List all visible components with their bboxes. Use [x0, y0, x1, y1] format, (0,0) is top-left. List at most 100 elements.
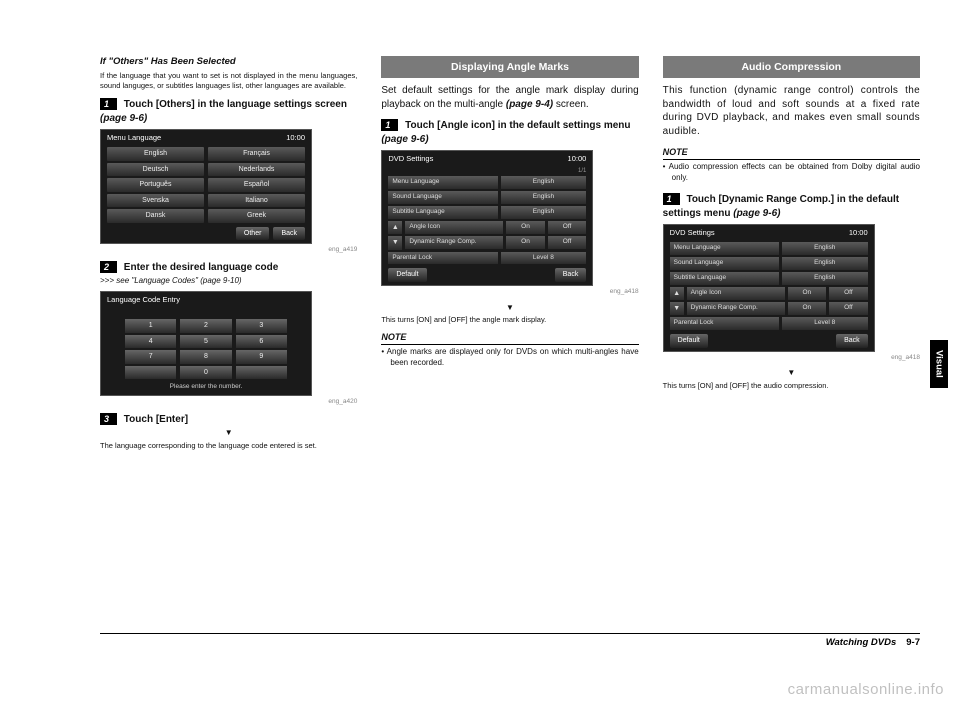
step-3: 3 Touch [Enter]	[100, 413, 357, 427]
key: 8	[180, 350, 231, 363]
prompt: Please enter the number.	[101, 380, 311, 395]
lang-option: Português	[107, 178, 204, 191]
lang-option: Svenska	[107, 194, 204, 207]
section-heading: Audio Compression	[663, 56, 920, 78]
page-ref: (page 9-4)	[506, 99, 553, 110]
page-ref: (page 9-6)	[381, 134, 428, 145]
section-tab: Visual	[930, 340, 948, 388]
section-heading: Displaying Angle Marks	[381, 56, 638, 78]
setting-label: Dynamic Range Comp.	[687, 302, 785, 315]
screenshot-time: 10:00	[849, 228, 868, 238]
setting-label: Menu Language	[388, 176, 497, 189]
note-text: • Angle marks are displayed only for DVD…	[381, 347, 638, 368]
off-value: Off	[829, 302, 868, 315]
step-number: 1	[100, 98, 117, 110]
key: 0	[180, 366, 231, 379]
screenshot-caption: eng_a420	[100, 398, 357, 407]
step-1: 1 Touch [Dynamic Range Comp.] in the def…	[663, 193, 920, 220]
step-number: 1	[663, 193, 680, 205]
column-2: Displaying Angle Marks Set default setti…	[381, 56, 638, 451]
screenshot-menu-language: Menu Language 10:00 English Français Deut…	[100, 129, 312, 244]
back-button: Back	[273, 227, 305, 240]
result-text: This turns [ON] and [OFF] the angle mark…	[381, 315, 638, 325]
setting-value: English	[501, 206, 587, 219]
setting-value: English	[782, 257, 868, 270]
lang-option: Deutsch	[107, 163, 204, 176]
setting-label: Parental Lock	[670, 317, 779, 330]
setting-label: Sound Language	[388, 191, 497, 204]
key	[125, 366, 176, 379]
screenshot-caption: eng_a419	[100, 246, 357, 255]
intro-text: If the language that you want to set is …	[100, 71, 357, 91]
lang-option: Greek	[208, 209, 305, 222]
page-ref: (page 9-6)	[100, 113, 147, 124]
setting-label: Angle Icon	[405, 221, 503, 234]
setting-label: Menu Language	[670, 242, 779, 255]
page-ref: (page 9-6)	[733, 208, 780, 219]
setting-label: Subtitle Language	[670, 272, 779, 285]
step-number: 3	[100, 413, 117, 425]
down-arrow-icon: ▼	[663, 368, 920, 379]
key	[236, 366, 287, 379]
key: 5	[180, 335, 231, 348]
columns: If "Others" Has Been Selected If the lan…	[100, 56, 920, 451]
lang-option: Français	[208, 147, 305, 160]
footer-title: Watching DVDs	[826, 637, 897, 648]
step-text: Touch [Others] in the language settings …	[124, 99, 347, 110]
setting-value: English	[501, 176, 587, 189]
up-arrow-icon: ▲	[670, 287, 684, 300]
lang-option: Español	[208, 178, 305, 191]
down-arrow-icon: ▼	[388, 236, 402, 249]
up-arrow-icon: ▲	[388, 221, 402, 234]
off-value: Off	[829, 287, 868, 300]
setting-value: Level 8	[501, 252, 587, 265]
setting-value: English	[782, 242, 868, 255]
step-text: Touch [Dynamic Range Comp.] in the defau…	[663, 194, 899, 219]
off-value: Off	[548, 236, 587, 249]
intro-text: Set default settings for the angle mark …	[381, 84, 638, 111]
setting-label: Sound Language	[670, 257, 779, 270]
key: 1	[125, 319, 176, 332]
down-arrow-icon: ▼	[670, 302, 684, 315]
other-button: Other	[236, 227, 270, 240]
back-button: Back	[555, 268, 587, 281]
column-1: If "Others" Has Been Selected If the lan…	[100, 56, 357, 451]
result-text: The language corresponding to the langua…	[100, 441, 357, 451]
column-3: Audio Compression This function (dynamic…	[663, 56, 920, 451]
off-value: Off	[548, 221, 587, 234]
result-text: This turns [ON] and [OFF] the audio comp…	[663, 381, 920, 391]
note-text: • Audio compression effects can be obtai…	[663, 162, 920, 183]
screenshot-title: Language Code Entry	[107, 295, 180, 305]
screenshot-time: 10:00	[568, 154, 587, 164]
back-button: Back	[836, 334, 868, 347]
setting-label: Parental Lock	[388, 252, 497, 265]
step-1: 1 Touch [Others] in the language setting…	[100, 98, 357, 125]
key: 4	[125, 335, 176, 348]
setting-label: Subtitle Language	[388, 206, 497, 219]
down-arrow-icon: ▼	[100, 428, 357, 439]
section-tab-label: Visual	[934, 350, 945, 378]
key: 9	[236, 350, 287, 363]
default-button: Default	[670, 334, 708, 347]
setting-value: Level 8	[782, 317, 868, 330]
setting-value: English	[501, 191, 587, 204]
note-heading: NOTE	[663, 146, 920, 160]
step-text: Touch [Enter]	[124, 414, 188, 425]
text: screen.	[553, 99, 589, 110]
step-text: Enter the desired language code	[124, 262, 278, 273]
lang-option: Nederlands	[208, 163, 305, 176]
screenshot-title: Menu Language	[107, 133, 161, 143]
step-1: 1 Touch [Angle icon] in the default sett…	[381, 119, 638, 146]
key: 7	[125, 350, 176, 363]
setting-label: Angle Icon	[687, 287, 785, 300]
screenshot-code-entry: Language Code Entry 123 456 789 0 Please…	[100, 291, 312, 396]
on-value: On	[788, 302, 827, 315]
lang-option: English	[107, 147, 204, 160]
cross-ref: >>> see "Language Codes" (page 9-10)	[100, 276, 357, 287]
screenshot-title: DVD Settings	[670, 228, 715, 238]
screenshot-title-bar: Language Code Entry	[101, 292, 311, 308]
step-2: 2 Enter the desired language code	[100, 261, 357, 275]
key: 3	[236, 319, 287, 332]
note-heading: NOTE	[381, 331, 638, 345]
screenshot-time: 10:00	[286, 133, 305, 143]
